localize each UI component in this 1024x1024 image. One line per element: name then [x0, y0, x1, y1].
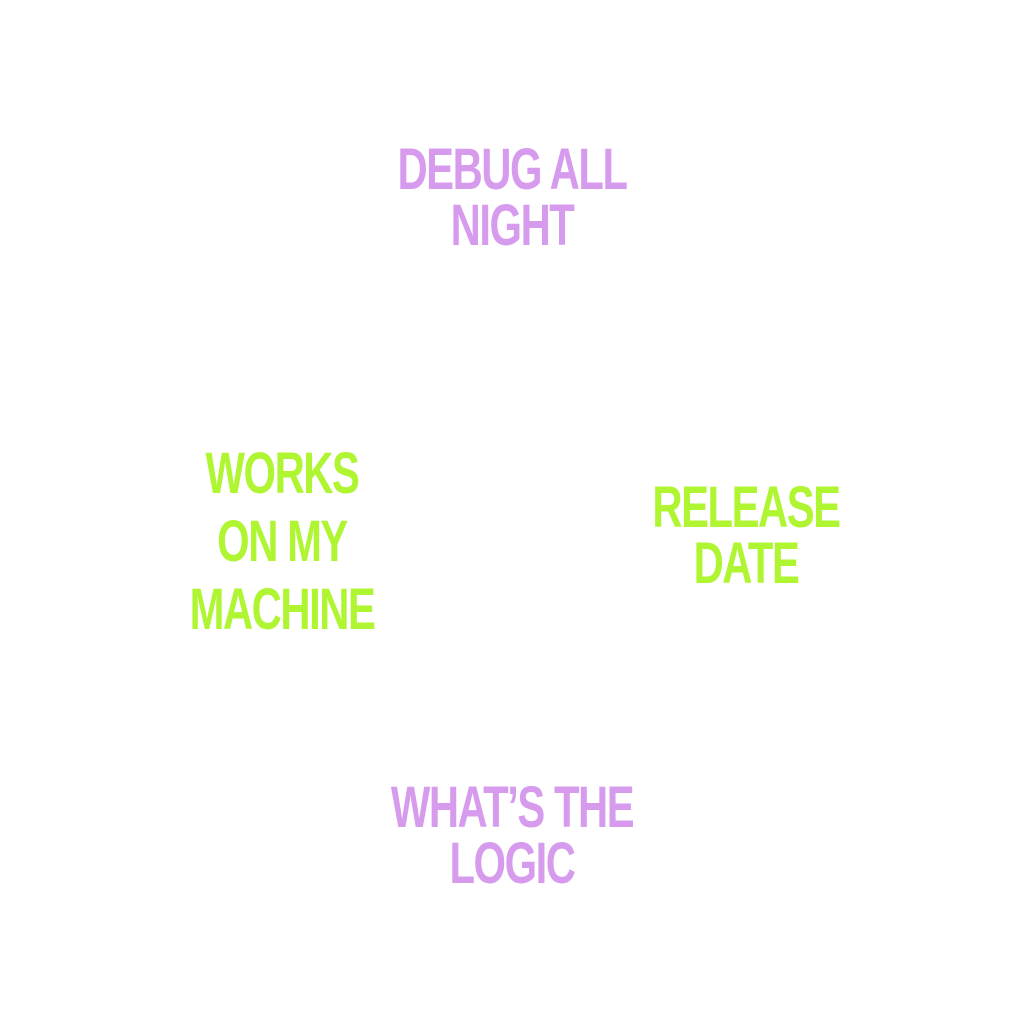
canvas: DEBUG ALL NIGHT WORKS ON MY MACHINE RELE…: [0, 0, 1024, 1024]
phrase-right-line-2: DATE: [693, 531, 800, 596]
phrase-bottom-line-1: WHAT’S THE: [390, 775, 635, 840]
phrase-left-line-1: WORKS: [205, 441, 360, 506]
phrase-debug-all-night: DEBUG ALL NIGHT: [368, 137, 656, 258]
phrase-bottom-line-2: LOGIC: [449, 831, 575, 896]
phrase-top-line-2: NIGHT: [450, 193, 575, 258]
phrase-top-line-1: DEBUG ALL: [397, 137, 628, 202]
phrase-release-date: RELEASE DATE: [616, 475, 875, 596]
phrase-left-line-2: ON MY: [217, 509, 348, 574]
phrase-left-line-3: MACHINE: [189, 577, 376, 642]
phrase-whats-the-logic: WHAT’S THE LOGIC: [368, 775, 656, 896]
phrase-works-on-my-machine: WORKS ON MY MACHINE: [160, 440, 405, 644]
phrase-right-line-1: RELEASE: [652, 475, 841, 540]
